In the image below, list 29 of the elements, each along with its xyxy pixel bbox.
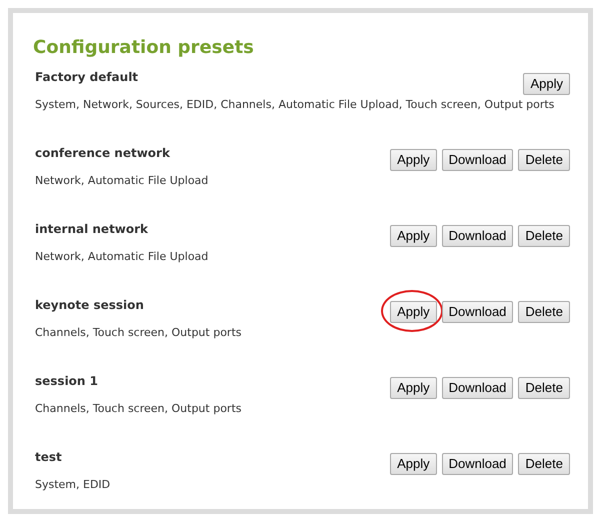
preset-button[interactable]: Apply [390,377,437,399]
panel-title: Configuration presets [33,36,255,60]
preset-button[interactable]: Apply [390,149,437,171]
preset-button[interactable]: Apply [390,453,437,475]
preset-name: test [35,449,62,465]
preset-name: Factory default [35,69,138,85]
preset-button[interactable]: Apply [390,301,437,323]
preset-button[interactable]: Delete [518,225,570,247]
preset-contents: Channels, Touch screen, Output ports [35,402,242,416]
preset-button[interactable]: Download [442,225,514,247]
preset-contents: System, EDID [35,478,112,492]
preset-contents: Channels, Touch screen, Output ports [35,326,242,340]
preset-button[interactable]: Delete [518,453,570,475]
preset-button[interactable]: Apply [523,73,570,95]
preset-button[interactable]: Download [442,149,514,171]
preset-button[interactable]: Download [442,377,514,399]
preset-button[interactable]: Download [442,301,514,323]
preset-contents: Network, Automatic File Upload [35,250,210,264]
preset-name: internal network [35,221,148,237]
preset-button[interactable]: Delete [518,301,570,323]
preset-button[interactable]: Apply [390,225,437,247]
preset-name: conference network [35,145,170,161]
preset-name: keynote session [35,297,144,313]
preset-button[interactable]: Download [442,453,514,475]
preset-contents: Network, Automatic File Upload [35,174,210,188]
preset-button[interactable]: Delete [518,149,570,171]
preset-name: session 1 [35,373,98,389]
preset-button[interactable]: Delete [518,377,570,399]
preset-contents: System, Network, Sources, EDID, Channels, Automatic File Upload, Touch screen, Output ports [35,98,556,112]
